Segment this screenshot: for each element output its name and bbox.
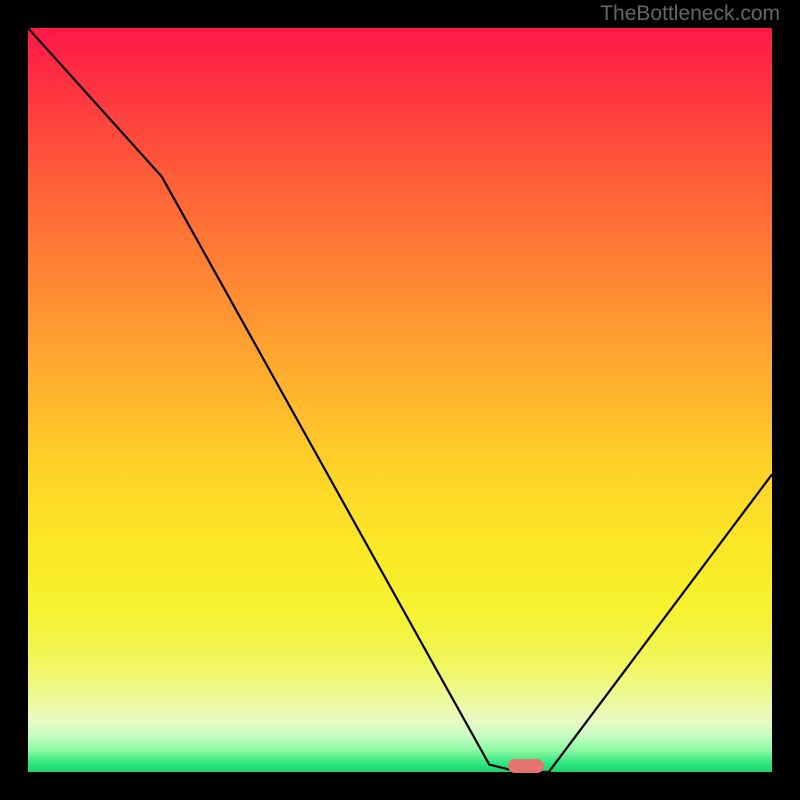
watermark-text: TheBottleneck.com	[600, 2, 780, 26]
optimal-marker	[508, 759, 544, 773]
plot-area	[28, 28, 772, 772]
bottleneck-curve	[28, 28, 772, 772]
chart-container: TheBottleneck.com	[0, 0, 800, 800]
